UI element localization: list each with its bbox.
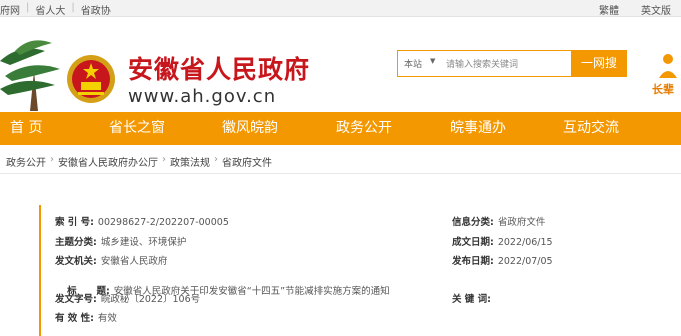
nav-governor[interactable]: 省长之窗: [109, 112, 165, 145]
meta-category: 信息分类: 省政府文件: [452, 214, 545, 228]
site-title: 安徽省人民政府: [128, 55, 311, 84]
meta-value: 安徽省人民政府: [100, 256, 168, 267]
breadcrumb-item[interactable]: 省政府文件: [222, 154, 272, 169]
meta-label: 发文字号:: [55, 294, 97, 305]
main-nav: 首 页 省长之窗 徽风皖韵 政务公开 皖事通办 互动交流: [0, 112, 681, 145]
meta-value: 2022/06/15: [497, 237, 553, 248]
meta-pubdate: 发布日期: 2022/07/05: [452, 253, 553, 267]
elder-mode-button[interactable]: 长辈: [650, 52, 681, 96]
english-link[interactable]: 英文版: [641, 2, 671, 17]
meta-label: 发布日期:: [452, 256, 494, 267]
breadcrumb-item[interactable]: 政策法规: [170, 154, 210, 169]
separator: |: [26, 2, 30, 13]
meta-label: 主题分类:: [55, 237, 97, 248]
search-input[interactable]: 请输入搜索关键词: [446, 57, 518, 70]
national-emblem-icon: [67, 55, 115, 103]
top-utility-bar: 府网 | 省人大 | 省政协 繁體 英文版: [0, 0, 681, 17]
search-scope-select[interactable]: 本站: [404, 57, 422, 70]
top-link-gov[interactable]: 府网: [0, 2, 20, 17]
site-header: 安徽省人民政府 www.ah.gov.cn 本站 ▼ 请输入搜索关键词 一网搜 …: [0, 17, 681, 112]
chevron-down-icon[interactable]: ▼: [430, 57, 435, 65]
meta-valid: 有 效 性: 有效: [55, 310, 117, 324]
breadcrumb-item[interactable]: 安徽省人民政府办公厅: [58, 154, 158, 169]
breadcrumb-item[interactable]: 政务公开: [6, 154, 46, 169]
meta-label: 发文机关:: [55, 256, 97, 267]
nav-interaction[interactable]: 互动交流: [563, 112, 619, 145]
meta-org: 发文机关: 安徽省人民政府: [55, 253, 167, 267]
nav-home[interactable]: 首 页: [10, 112, 42, 145]
meta-value: 有效: [97, 313, 117, 324]
meta-label: 成文日期:: [452, 237, 494, 248]
meta-value: 2022/07/05: [497, 256, 553, 267]
top-links: 府网 | 省人大 | 省政协: [0, 2, 111, 17]
nav-culture[interactable]: 徽风皖韵: [222, 112, 278, 145]
nav-services[interactable]: 皖事通办: [450, 112, 506, 145]
meta-value: 00298627-2/202207-00005: [97, 217, 229, 228]
search-box: 本站 ▼ 请输入搜索关键词 一网搜: [397, 50, 627, 77]
document-meta-card: 索 引 号: 00298627-2/202207-00005 信息分类: 省政府文件…: [39, 205, 681, 336]
breadcrumb: 政务公开 › 安徽省人民政府办公厅 › 政策法规 › 省政府文件: [0, 146, 681, 174]
elder-person-icon: [659, 54, 677, 78]
meta-label: 信息分类:: [452, 217, 494, 228]
meta-theme: 主题分类: 城乡建设、环境保护: [55, 234, 186, 248]
chevron-right-icon: ›: [50, 154, 54, 165]
meta-label: 索 引 号:: [55, 217, 94, 228]
nav-gov-affairs[interactable]: 政务公开: [336, 112, 392, 145]
elder-mode-label: 长辈: [652, 83, 674, 96]
meta-label: 关 键 词:: [452, 294, 491, 305]
meta-value: 省政府文件: [497, 217, 546, 228]
meta-label: 有 效 性:: [55, 313, 94, 324]
separator: |: [71, 2, 75, 13]
top-link-npc[interactable]: 省人大: [35, 2, 65, 17]
meta-docno: 发文字号: 皖政秘〔2022〕106号: [55, 291, 200, 305]
top-right-links: 繁體 英文版: [599, 2, 671, 17]
meta-index: 索 引 号: 00298627-2/202207-00005: [55, 214, 229, 228]
meta-value: 城乡建设、环境保护: [100, 237, 187, 248]
chevron-right-icon: ›: [214, 154, 218, 165]
meta-date: 成文日期: 2022/06/15: [452, 234, 553, 248]
top-link-cppcc[interactable]: 省政协: [81, 2, 111, 17]
meta-keywords: 关 键 词:: [452, 291, 495, 305]
chevron-right-icon: ›: [162, 154, 166, 165]
search-button[interactable]: 一网搜: [571, 50, 627, 77]
site-url: www.ah.gov.cn: [128, 86, 277, 107]
meta-value: 皖政秘〔2022〕106号: [100, 294, 201, 305]
traditional-chinese-link[interactable]: 繁體: [599, 2, 619, 17]
